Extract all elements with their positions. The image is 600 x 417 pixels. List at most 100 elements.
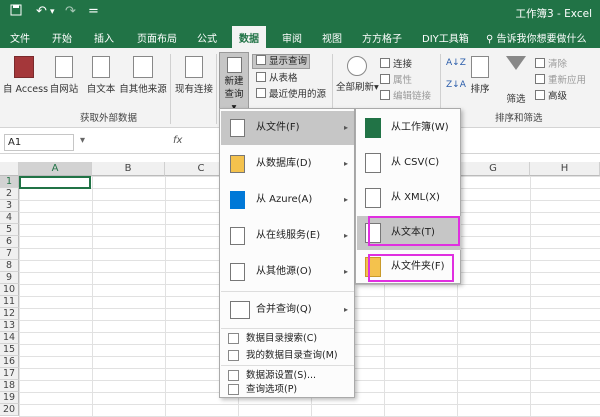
annotation-box-from-folder — [368, 254, 454, 282]
select-all-corner[interactable] — [0, 162, 19, 176]
menu-item-query-options[interactable]: 查询选项(P) — [221, 381, 354, 398]
from-text-button[interactable]: 自文本 — [84, 56, 118, 95]
column-header-a[interactable]: A — [19, 162, 92, 176]
row-header[interactable]: 4 — [0, 212, 19, 224]
row-header[interactable]: 19 — [0, 392, 19, 404]
from-table-button[interactable]: 从表格 — [256, 70, 298, 84]
tab-insert[interactable]: 插入 — [94, 30, 114, 45]
search-icon: ⚲ — [486, 34, 494, 45]
connections-icon — [380, 58, 390, 68]
menu-item-from-database[interactable]: 从数据库(D) ▸ — [221, 147, 354, 181]
row-header[interactable]: 12 — [0, 308, 19, 320]
tab-file[interactable]: 文件 — [10, 30, 30, 45]
connections-button[interactable]: 连接 — [380, 56, 412, 70]
menu-item-combine-queries[interactable]: 合并查询(Q) ▸ — [221, 293, 354, 327]
row-header[interactable]: 20 — [0, 404, 19, 416]
row-header[interactable]: 13 — [0, 320, 19, 332]
redo-icon[interactable]: ↷ — [65, 4, 76, 19]
sort-za-button[interactable]: Z↓A — [446, 80, 466, 90]
tab-fangfang[interactable]: 方方格子 — [362, 30, 402, 45]
row-header[interactable]: 6 — [0, 236, 19, 248]
save-icon[interactable] — [10, 4, 22, 20]
csv-file-icon — [365, 153, 381, 173]
column-header-b[interactable]: B — [92, 162, 165, 176]
tab-home[interactable]: 开始 — [52, 30, 72, 45]
row-header[interactable]: 3 — [0, 200, 19, 212]
row-header[interactable]: 11 — [0, 296, 19, 308]
row-header[interactable]: 7 — [0, 248, 19, 260]
submenu-item-from-xml[interactable]: 从 XML(X) — [357, 181, 461, 215]
sort-az-button[interactable]: A↓Z — [446, 58, 466, 68]
menu-item-my-catalog-queries[interactable]: 我的数据目录查询(M) — [221, 347, 354, 364]
menu-item-data-catalog-search[interactable]: 数据目录搜索(C) — [221, 330, 354, 347]
azure-icon — [230, 191, 245, 209]
column-header-g[interactable]: G — [457, 162, 530, 176]
tab-formulas[interactable]: 公式 — [197, 30, 217, 45]
tab-view[interactable]: 视图 — [322, 30, 342, 45]
show-queries-icon — [256, 55, 266, 65]
menu-item-from-online-services[interactable]: 从在线服务(E) ▸ — [221, 219, 354, 253]
row-header[interactable]: 8 — [0, 260, 19, 272]
from-web-button[interactable]: 自网站 — [47, 56, 81, 95]
group-label-get-external: 获取外部数据 — [80, 113, 138, 124]
from-other-sources-button[interactable]: 自其他来源 — [118, 56, 168, 95]
submenu-arrow-icon: ▸ — [343, 123, 348, 132]
from-table-label: 从表格 — [269, 73, 298, 84]
row-header[interactable]: 1 — [0, 176, 19, 188]
submenu-arrow-icon: ▸ — [343, 267, 348, 276]
filter-button[interactable]: 筛选 — [503, 56, 529, 105]
refresh-dropdown-icon: ▾ — [374, 82, 379, 93]
menu-item-from-other-sources[interactable]: 从其他源(O) ▸ — [221, 255, 354, 289]
tab-review[interactable]: 审阅 — [282, 30, 302, 45]
tab-diy-toolbox[interactable]: DIY工具箱 — [422, 30, 469, 45]
tab-page-layout[interactable]: 页面布局 — [137, 30, 177, 45]
tell-me-search[interactable]: ⚲ 告诉我你想要做什么 — [486, 30, 587, 45]
new-query-button[interactable]: 新建 查询 ▾ — [219, 52, 249, 113]
cloud-icon — [230, 227, 245, 245]
edit-links-button[interactable]: 编辑链接 — [380, 88, 431, 102]
namebox-dropdown-icon[interactable]: ▾ — [80, 135, 85, 146]
submenu-item-label: 从 CSV(C) — [391, 157, 440, 168]
row-header[interactable]: 10 — [0, 284, 19, 296]
connections-label: 连接 — [393, 59, 413, 70]
undo-dropdown-icon[interactable]: ▾ — [50, 7, 55, 17]
refresh-all-button[interactable]: 全部刷新▾ — [336, 56, 379, 93]
menu-item-from-file[interactable]: 从文件(F) ▸ — [221, 111, 354, 145]
active-cell-a1[interactable] — [19, 176, 91, 189]
clear-filter-button[interactable]: 清除 — [535, 56, 567, 70]
row-header[interactable]: 17 — [0, 368, 19, 380]
insert-function-button[interactable]: fx — [173, 135, 182, 146]
submenu-item-from-workbook[interactable]: 从工作簿(W) — [357, 111, 461, 145]
tab-data[interactable]: 数据 — [232, 26, 266, 48]
menu-item-from-azure[interactable]: 从 Azure(A) ▸ — [221, 183, 354, 217]
new-query-menu: 从文件(F) ▸ 从数据库(D) ▸ 从 Azure(A) ▸ 从在线服务(E)… — [219, 108, 355, 398]
recent-sources-button[interactable]: 最近使用的源 — [256, 86, 326, 100]
refresh-all-label: 全部刷新 — [336, 82, 375, 93]
show-queries-button[interactable]: 显示查询 — [252, 54, 310, 69]
undo-icon[interactable]: ↶ — [36, 4, 47, 19]
advanced-filter-button[interactable]: 高级 — [535, 88, 567, 102]
row-header[interactable]: 2 — [0, 188, 19, 200]
reapply-button[interactable]: 重新应用 — [535, 72, 586, 86]
existing-connections-button[interactable]: 现有连接 — [173, 56, 215, 95]
query-options-icon — [228, 384, 239, 395]
new-query-icon — [227, 57, 242, 73]
column-header-h[interactable]: H — [530, 162, 600, 176]
customize-toolbar-icon[interactable]: = — [88, 4, 99, 19]
ribbon-tabs: 文件 开始 插入 页面布局 公式 数据 审阅 视图 方方格子 DIY工具箱 ⚲ … — [0, 26, 600, 48]
tell-me-text: 告诉我你想要做什么 — [496, 34, 587, 45]
row-header[interactable]: 16 — [0, 356, 19, 368]
advanced-filter-label: 高级 — [548, 91, 568, 102]
properties-button[interactable]: 属性 — [380, 72, 412, 86]
menu-item-label: 从 Azure(A) — [256, 194, 313, 205]
row-header[interactable]: 18 — [0, 380, 19, 392]
sort-button[interactable]: 排序 — [468, 56, 492, 95]
other-sources-icon — [230, 263, 245, 281]
from-access-button[interactable]: 自 Access — [3, 56, 48, 95]
row-header[interactable]: 15 — [0, 344, 19, 356]
row-header[interactable]: 5 — [0, 224, 19, 236]
submenu-item-from-csv[interactable]: 从 CSV(C) — [357, 146, 461, 180]
row-header[interactable]: 14 — [0, 332, 19, 344]
name-box[interactable]: A1 — [4, 134, 74, 151]
row-header[interactable]: 9 — [0, 272, 19, 284]
